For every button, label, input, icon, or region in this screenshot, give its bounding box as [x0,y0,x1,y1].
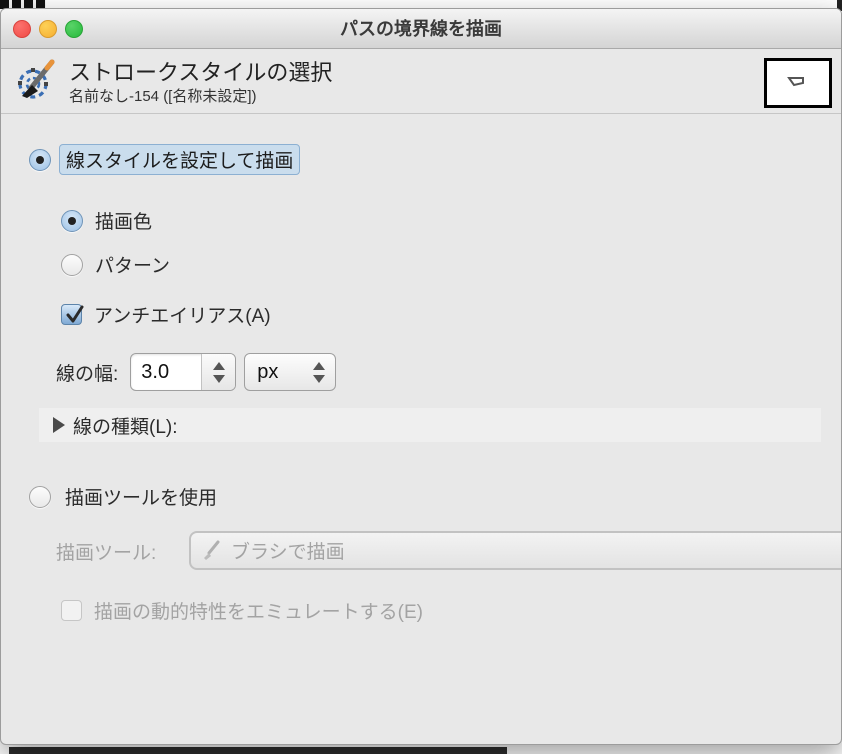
unit-combo-carets[interactable] [313,361,335,383]
window-title: パスの境界線を描画 [340,19,502,39]
solid-color-radio-row[interactable]: 描画色 [61,207,152,234]
dialog-header: ストロークスタイルの選択 名前なし-154 ([名称未設定]) [1,49,841,114]
line-width-spinbox[interactable] [130,353,237,391]
title-bar[interactable]: パスの境界線を描画 [1,9,841,49]
solid-color-radio-label: 描画色 [95,212,153,233]
antialias-checkbox-row[interactable]: アンチエイリアス(A) [61,301,271,328]
paint-tool-combo-row: 描画ツール: ブラシで描画 [56,531,841,571]
pattern-radio[interactable] [61,253,83,276]
stroke-line-radio-label: 線スタイルを設定して描画 [59,144,301,175]
antialias-checkbox-label: アンチエイリアス(A) [94,306,271,327]
line-width-spin-buttons[interactable] [201,354,236,390]
line-width-input[interactable] [131,354,202,390]
path-preview-glyph [787,77,804,87]
paint-tool-radio-row[interactable]: 描画ツールを使用 [29,483,217,510]
paint-tool-label: 描画ツール: [56,542,157,564]
paint-tool-radio[interactable] [29,485,51,508]
background-window-fragment [9,747,507,754]
paint-tool-value: ブラシで描画 [231,542,345,563]
line-style-expander-label: 線の種類(L): [73,416,178,438]
solid-color-radio[interactable] [61,209,83,232]
paint-tool-combobox: ブラシで描画 [189,531,841,570]
stroke-line-radio-row[interactable]: 線スタイルを設定して描画 [29,144,301,175]
emulate-dynamics-label: 描画の動的特性をエミュレートする(E) [94,602,423,623]
dialog-title: ストロークスタイルの選択 [69,60,333,85]
dialog-body: 線スタイルを設定して描画 描画色 パターン アンチエイリアス(A) 線の幅: 3… [1,115,841,744]
unit-combobox[interactable]: px [244,353,337,391]
stroke-line-radio[interactable] [29,148,51,171]
expander-triangle-icon [53,417,65,433]
pattern-radio-label: パターン [95,256,171,277]
path-preview-thumbnail [764,58,832,108]
line-width-row: 線の幅: px [56,353,337,391]
checkmark-icon [66,305,84,323]
emulate-dynamics-checkbox [61,600,82,621]
spin-down-icon[interactable] [212,374,225,383]
image-name-subtitle: 名前なし-154 ([名称未設定]) [69,88,257,105]
line-style-expander[interactable]: 線の種類(L): [39,408,821,442]
paint-tool-radio-label: 描画ツールを使用 [65,488,218,509]
paintbrush-icon [204,540,220,560]
spin-up-icon[interactable] [212,361,225,370]
caret-up-icon [313,361,326,370]
stroke-path-dialog: パスの境界線を描画 ストロークスタイルの選択 名前なし-154 ([名称未設定]… [0,8,842,745]
pattern-radio-row[interactable]: パターン [61,251,170,278]
unit-value: px [257,360,279,383]
line-width-label: 線の幅: [56,363,119,385]
stroke-path-icon [18,59,55,99]
antialias-checkbox[interactable] [61,304,84,325]
caret-down-icon [313,374,326,383]
emulate-dynamics-row: 描画の動的特性をエミュレートする(E) [61,597,423,624]
